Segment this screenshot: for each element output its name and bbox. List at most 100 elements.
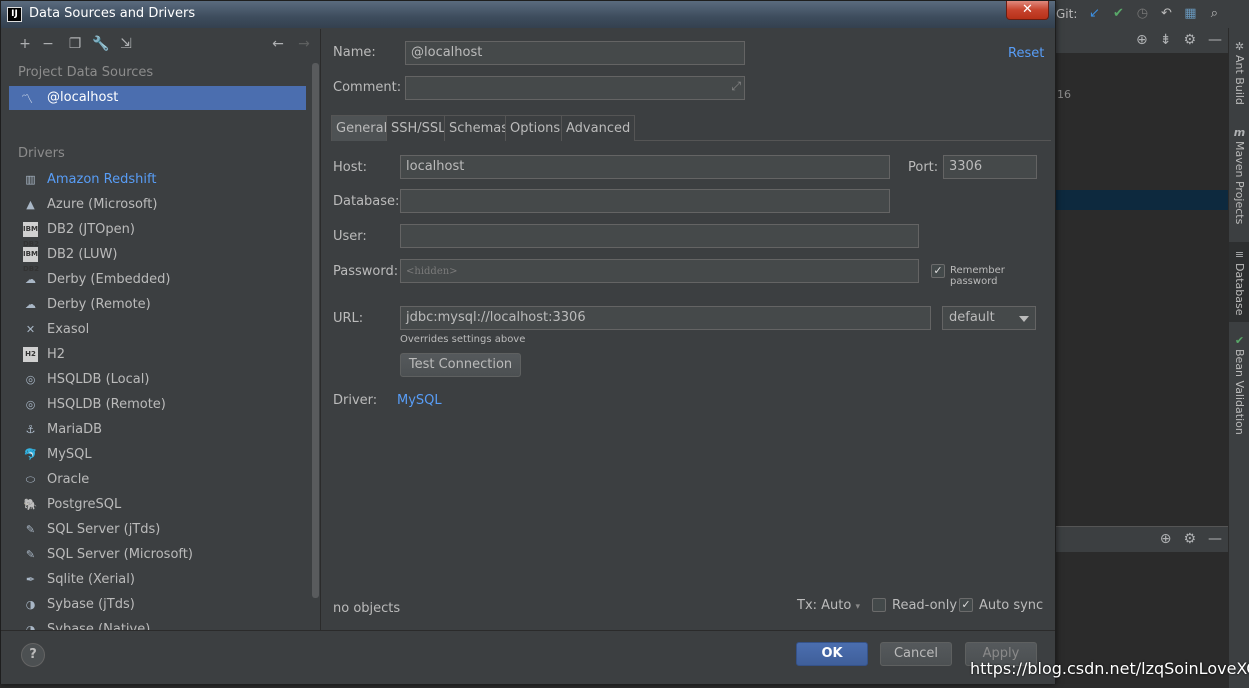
driver-label: DB2 (JTOpen): [47, 222, 135, 237]
bottom-panel-header: ⊕ ⚙ —: [1056, 526, 1228, 552]
driver-item[interactable]: H2 H2: [6, 342, 311, 367]
ibm-db2-icon: IBM DB2: [23, 222, 39, 248]
tool-tab-label: Bean Validation: [1233, 349, 1246, 435]
driver-item[interactable]: IBM DB2 DB2 (JTOpen): [6, 217, 311, 248]
left-scrollbar[interactable]: [312, 63, 319, 598]
host-field[interactable]: localhost: [400, 155, 890, 179]
remember-password-checkbox[interactable]: ✓: [931, 264, 945, 278]
status-text: no objects: [333, 601, 401, 616]
test-connection-button[interactable]: Test Connection: [400, 353, 521, 377]
reset-link[interactable]: Reset: [1008, 46, 1044, 61]
driver-item[interactable]: ✕ Exasol: [6, 317, 311, 342]
duplicate-icon[interactable]: ❐: [66, 35, 84, 53]
driver-item[interactable]: ✎ SQL Server (Microsoft): [6, 542, 311, 567]
driver-item[interactable]: ☁ Derby (Embedded): [6, 267, 311, 292]
name-label: Name:: [333, 45, 376, 60]
tool-tab-bean-validation[interactable]: ✔ Bean Validation: [1229, 334, 1249, 435]
port-field[interactable]: 3306: [943, 155, 1037, 179]
read-only-checkbox[interactable]: [872, 598, 886, 612]
h2-icon: H2: [23, 347, 38, 362]
tab-general[interactable]: General: [331, 115, 393, 141]
tab-ssh-ssl[interactable]: SSH/SSL: [386, 115, 451, 141]
ok-button[interactable]: OK: [796, 642, 868, 666]
revert-icon[interactable]: ↶: [1159, 7, 1173, 21]
make-global-icon[interactable]: ⇲: [117, 35, 135, 53]
driver-item[interactable]: IBM DB2 DB2 (LUW): [6, 242, 311, 273]
comment-field[interactable]: ⤢: [405, 76, 745, 100]
driver-item[interactable]: ◑ Sybase (Native): [6, 617, 311, 630]
hsqldb-icon: ◎: [25, 398, 36, 411]
driver-item[interactable]: ◎ HSQLDB (Remote): [6, 392, 311, 417]
git-toolbar: Git: ↙ ✔ ◷ ↶ ▦ ⌕: [1056, 0, 1221, 28]
driver-item[interactable]: ▥ Amazon Redshift: [6, 167, 311, 192]
back-arrow-icon[interactable]: ←: [269, 35, 287, 53]
database-label: Database:: [333, 194, 400, 209]
driver-item[interactable]: ✒ Sqlite (Xerial): [6, 567, 311, 592]
project-data-sources-heading: Project Data Sources: [18, 65, 154, 80]
driver-item[interactable]: 🐘 PostgreSQL: [6, 492, 311, 517]
driver-label: Oracle: [47, 472, 90, 487]
minimize-icon[interactable]: —: [1208, 531, 1222, 547]
name-field[interactable]: @localhost: [405, 41, 745, 65]
url-mode-select[interactable]: default: [942, 306, 1036, 330]
help-button[interactable]: ?: [21, 643, 45, 667]
general-tab-content: Host: localhost Port: 3306 Database: Use…: [321, 142, 1051, 630]
mysql-icon: 🐬: [23, 448, 38, 461]
password-field[interactable]: <hidden>: [400, 259, 919, 283]
cancel-button[interactable]: Cancel: [880, 642, 952, 666]
tab-schemas[interactable]: Schemas: [444, 115, 514, 141]
right-tool-strip: ✲ Ant Build m Maven Projects ≡ Database …: [1228, 28, 1249, 688]
driver-item[interactable]: ⬭ Oracle: [6, 467, 311, 492]
collapse-icon[interactable]: ⇟: [1160, 32, 1172, 48]
settings-gear-icon[interactable]: ⚙: [1183, 32, 1196, 48]
left-toolbar: + − ❐ 🔧 ⇲ ← →: [6, 29, 320, 59]
driver-item[interactable]: 🐬 MySQL: [6, 442, 311, 467]
driver-label: H2: [47, 347, 66, 362]
tool-tab-database[interactable]: ≡ Database: [1229, 242, 1249, 322]
selected-tree-row[interactable]: [1056, 190, 1228, 210]
project-structure-icon[interactable]: ▦: [1183, 7, 1197, 21]
driver-item[interactable]: ◑ Sybase (jTds): [6, 592, 311, 617]
target-icon[interactable]: ⊕: [1160, 531, 1172, 547]
tool-tab-ant-build[interactable]: ✲ Ant Build: [1229, 40, 1249, 105]
driver-label: HSQLDB (Local): [47, 372, 150, 387]
driver-label: Sqlite (Xerial): [47, 572, 135, 587]
ibm-db2-icon: IBM DB2: [23, 247, 39, 273]
sqlite-icon: ✒: [25, 573, 36, 586]
driver-item[interactable]: ◎ HSQLDB (Local): [6, 367, 311, 392]
driver-label: HSQLDB (Remote): [47, 397, 166, 412]
add-icon[interactable]: +: [16, 35, 34, 53]
url-hint: Overrides settings above: [400, 334, 526, 345]
dialog-titlebar[interactable]: IJ Data Sources and Drivers ✕: [1, 1, 1055, 28]
close-button[interactable]: ✕: [1006, 1, 1049, 20]
commit-icon[interactable]: ✔: [1111, 7, 1125, 21]
tab-options[interactable]: Options: [505, 115, 566, 141]
sqlserver-icon: ✎: [25, 548, 36, 561]
postgresql-icon: 🐘: [23, 498, 38, 511]
driver-label: SQL Server (Microsoft): [47, 547, 193, 562]
exasol-icon: ✕: [25, 323, 36, 336]
driver-link[interactable]: MySQL: [397, 393, 442, 408]
data-source-localhost[interactable]: 〽 @localhost: [9, 86, 306, 110]
auto-sync-checkbox[interactable]: ✓: [959, 598, 973, 612]
driver-item[interactable]: ⚓ MariaDB: [6, 417, 311, 442]
minimize-icon[interactable]: —: [1208, 32, 1222, 48]
database-field[interactable]: [400, 189, 890, 213]
wrench-icon[interactable]: 🔧: [92, 35, 110, 53]
url-field[interactable]: jdbc:mysql://localhost:3306: [400, 306, 931, 330]
tx-mode-select[interactable]: Tx: Auto ▾: [797, 598, 860, 613]
driver-item[interactable]: ▲ Azure (Microsoft): [6, 192, 311, 217]
update-project-icon[interactable]: ↙: [1087, 7, 1101, 21]
port-label: Port:: [908, 160, 939, 175]
remove-icon[interactable]: −: [39, 35, 57, 53]
user-field[interactable]: [400, 224, 919, 248]
tool-tab-maven-projects[interactable]: m Maven Projects: [1229, 126, 1249, 224]
history-icon[interactable]: ◷: [1135, 7, 1149, 21]
target-icon[interactable]: ⊕: [1136, 32, 1148, 48]
expand-icon[interactable]: ⤢: [731, 79, 741, 94]
driver-item[interactable]: ☁ Derby (Remote): [6, 292, 311, 317]
tab-advanced[interactable]: Advanced: [561, 115, 636, 141]
driver-item[interactable]: ✎ SQL Server (jTds): [6, 517, 311, 542]
search-icon[interactable]: ⌕: [1207, 7, 1221, 21]
settings-gear-icon[interactable]: ⚙: [1183, 531, 1196, 547]
